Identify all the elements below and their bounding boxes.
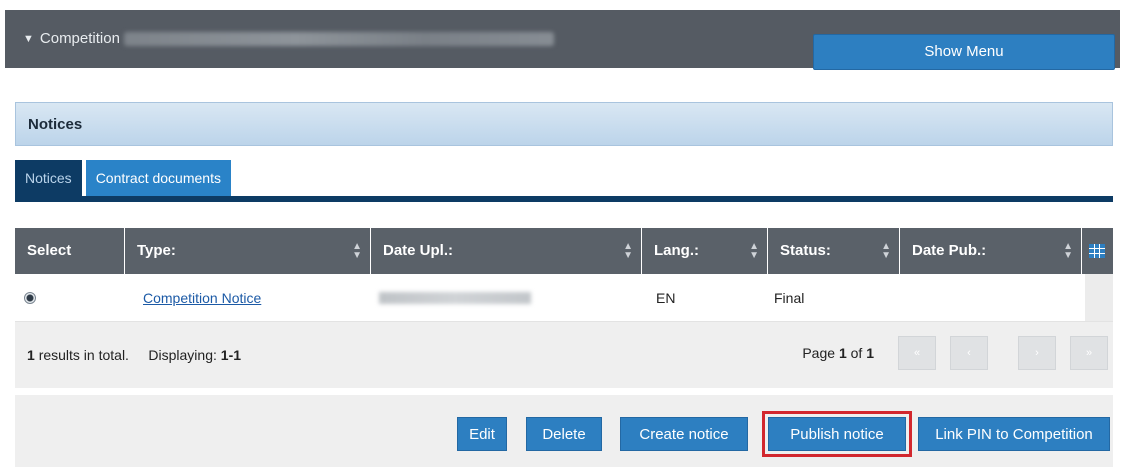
redacted-competition-name (123, 31, 554, 46)
competition-notice-link[interactable]: Competition Notice (143, 290, 261, 306)
notices-section-header: Notices (15, 102, 1113, 146)
date-published-cell (900, 274, 1082, 321)
table-row[interactable]: Competition Notice EN Final (15, 274, 1113, 322)
create-notice-button[interactable]: Create notice (620, 417, 748, 451)
column-chooser-icon[interactable] (1082, 228, 1112, 274)
notices-title: Notices (28, 116, 83, 133)
tab-contract-documents[interactable]: Contract documents (85, 160, 231, 196)
column-type[interactable]: Type: ▲ ▼ (125, 228, 371, 274)
first-page-icon[interactable]: « (898, 336, 936, 370)
table-header: Select Type: ▲ ▼ Date Upl.: ▲ ▼ Lang.: ▲ ▼ Sta… (15, 228, 1113, 274)
caret-down-icon[interactable]: ▼ (23, 33, 34, 45)
sort-icon[interactable]: ▲ ▼ (1063, 242, 1073, 261)
language-cell: EN (656, 290, 676, 306)
sort-icon[interactable]: ▲ ▼ (623, 242, 633, 261)
table-footer: 1 results in total. Displaying: 1-1 Page… (15, 322, 1113, 388)
results-info: 1 results in total. Displaying: 1-1 (27, 347, 242, 363)
row-select-radio[interactable] (24, 292, 36, 304)
delete-button[interactable]: Delete (526, 417, 602, 451)
column-select: Select (15, 228, 125, 274)
row-end-cell (1085, 274, 1113, 321)
action-bar: Edit Delete Create notice Publish notice… (15, 395, 1113, 467)
tab-underline (15, 196, 1113, 202)
column-date-uploaded[interactable]: Date Upl.: ▲ ▼ (371, 228, 642, 274)
last-page-icon[interactable]: » (1070, 336, 1108, 370)
redacted-date (379, 292, 531, 304)
column-language[interactable]: Lang.: ▲ ▼ (642, 228, 768, 274)
pagination: Page 1 of 1 « ‹ › » (802, 336, 1108, 370)
status-cell: Final (774, 290, 805, 306)
date-uploaded-cell (371, 274, 642, 321)
row-select-cell (15, 274, 125, 321)
prev-page-icon[interactable]: ‹ (950, 336, 988, 370)
next-page-icon[interactable]: › (1018, 336, 1056, 370)
tab-notices[interactable]: Notices (15, 160, 82, 196)
column-date-published[interactable]: Date Pub.: ▲ ▼ (900, 228, 1082, 274)
edit-button[interactable]: Edit (457, 417, 507, 451)
sort-icon[interactable]: ▲ ▼ (352, 242, 362, 261)
link-pin-to-competition-button[interactable]: Link PIN to Competition (918, 417, 1110, 451)
competition-breadcrumb[interactable]: ▼ Competition (23, 30, 554, 47)
crumb-label: Competition (39, 30, 120, 47)
notices-table: Select Type: ▲ ▼ Date Upl.: ▲ ▼ Lang.: ▲ ▼ Sta… (15, 228, 1113, 388)
column-status[interactable]: Status: ▲ ▼ (768, 228, 900, 274)
sort-icon[interactable]: ▲ ▼ (881, 242, 891, 261)
publish-notice-button[interactable]: Publish notice (762, 411, 912, 457)
type-cell: Competition Notice (125, 274, 371, 321)
tab-bar: Notices Contract documents (15, 160, 235, 196)
page-indicator: Page 1 of 1 (802, 345, 874, 361)
sort-icon[interactable]: ▲ ▼ (749, 242, 759, 261)
show-menu-button[interactable]: Show Menu (813, 34, 1115, 70)
top-bar: ▼ Competition Show Menu (5, 10, 1120, 70)
